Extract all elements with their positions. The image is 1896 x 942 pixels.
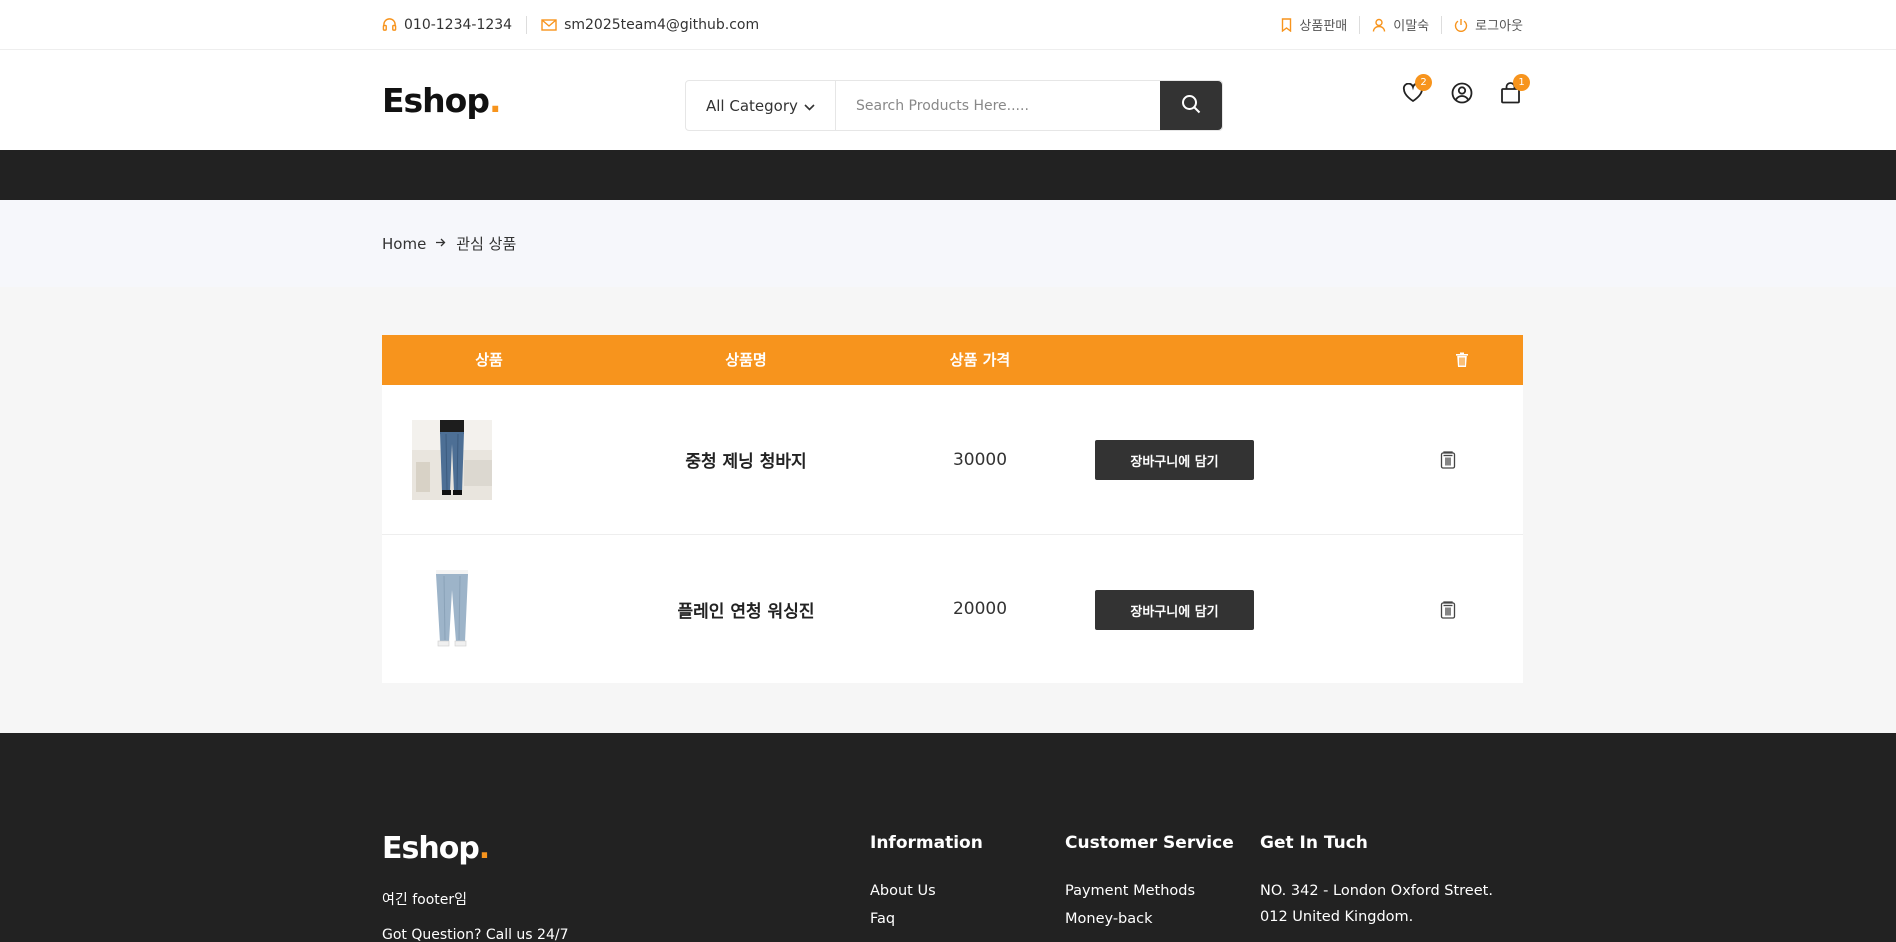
table-header: 상품 상품명 상품 가격 xyxy=(382,335,1523,385)
footer-logo[interactable]: Eshop. xyxy=(382,831,490,866)
logo-text: Eshop xyxy=(382,80,490,120)
phone-item: 010-1234-1234 xyxy=(382,17,512,33)
breadcrumb-home[interactable]: Home xyxy=(382,235,426,253)
category-select[interactable]: All Category xyxy=(686,81,836,130)
product-name-cell: 중청 제닝 청바지 xyxy=(685,385,806,534)
footer-link-payment[interactable]: Payment Methods xyxy=(1065,883,1234,899)
product-image[interactable] xyxy=(412,420,492,500)
sell-link[interactable]: 상품판매 xyxy=(1281,15,1347,34)
logo[interactable]: Eshop. xyxy=(382,81,501,120)
wishlist-table: 상품 상품명 상품 가격 중청 제닝 청바지 30000 장바구니에 담기 플레… xyxy=(382,335,1523,683)
logout-link-label: 로그아웃 xyxy=(1475,19,1523,34)
header-name: 상품명 xyxy=(725,351,767,369)
footer-customer-service: Customer Service Payment Methods Money-b… xyxy=(1065,833,1234,939)
footer-link-moneyback[interactable]: Money-back xyxy=(1065,911,1234,927)
footer-contact: Get In Tuch NO. 342 - London Oxford Stre… xyxy=(1260,833,1493,935)
header: Eshop. All Category 2 xyxy=(0,50,1896,150)
logout-link[interactable]: 로그아웃 xyxy=(1454,15,1523,34)
search-input[interactable] xyxy=(836,81,1160,130)
logo-dot: . xyxy=(488,80,502,120)
wishlist-count-badge: 2 xyxy=(1415,74,1432,91)
remove-button[interactable] xyxy=(1440,451,1456,473)
header-icons: 2 1 xyxy=(1400,74,1530,108)
product-name-cell: 플레인 연청 워싱진 xyxy=(678,535,815,683)
email-address: sm2025team4@github.com xyxy=(564,16,760,33)
footer-call-text: Got Question? Call us 24/7 xyxy=(382,927,569,942)
footer-address-line: 012 United Kingdom. xyxy=(1260,909,1414,925)
trash-icon xyxy=(1440,601,1456,619)
divider xyxy=(526,15,528,34)
footer-customer-service-title: Customer Service xyxy=(1065,833,1234,853)
footer-contact-title: Get In Tuch xyxy=(1260,833,1368,853)
user-icon xyxy=(1372,18,1386,32)
trash-icon xyxy=(1440,451,1456,469)
divider xyxy=(1441,15,1443,34)
phone-number: 010-1234-1234 xyxy=(404,16,513,33)
product-name[interactable]: 중청 제닝 청바지 xyxy=(685,447,806,472)
search-button[interactable] xyxy=(1160,81,1222,130)
wishlist-button[interactable]: 2 xyxy=(1400,74,1432,108)
trash-icon xyxy=(1456,352,1468,367)
search-bar: All Category xyxy=(685,80,1223,131)
footer-information: Information About Us Faq xyxy=(870,833,983,939)
product-name[interactable]: 플레인 연청 워싱진 xyxy=(678,597,815,622)
cart-count-badge: 1 xyxy=(1513,74,1530,91)
footer-description: 여긴 footer임 xyxy=(382,892,468,908)
divider xyxy=(1359,15,1361,34)
header-price: 상품 가격 xyxy=(949,351,1011,369)
product-price-cell: 20000 xyxy=(953,535,1007,683)
add-to-cart-button[interactable]: 장바구니에 담기 xyxy=(1095,590,1254,630)
breadcrumb: Home 관심 상품 xyxy=(0,200,1896,287)
header-product: 상품 xyxy=(475,351,503,369)
sell-link-label: 상품판매 xyxy=(1299,19,1348,34)
footer-logo-text: Eshop xyxy=(382,831,480,866)
footer-logo-dot: . xyxy=(478,831,490,866)
account-button[interactable] xyxy=(1449,82,1474,108)
cart-button[interactable]: 1 xyxy=(1498,74,1530,108)
email-item: sm2025team4@github.com xyxy=(541,17,759,33)
topbar-contact: 010-1234-1234 sm2025team4@github.com xyxy=(382,15,759,34)
add-to-cart-button[interactable]: 장바구니에 담기 xyxy=(1095,440,1254,480)
footer: Eshop. 여긴 footer임 Got Question? Call us … xyxy=(0,733,1896,942)
search-icon xyxy=(1181,94,1201,118)
product-image[interactable] xyxy=(412,570,492,650)
bookmark-icon xyxy=(1281,17,1292,32)
power-icon xyxy=(1454,18,1468,32)
wishlist-section: 상품 상품명 상품 가격 중청 제닝 청바지 30000 장바구니에 담기 플레… xyxy=(0,287,1896,733)
footer-link-faq[interactable]: Faq xyxy=(870,911,983,927)
footer-address-line: NO. 342 - London Oxford Street. xyxy=(1260,883,1493,899)
arrow-right-icon xyxy=(436,236,446,251)
footer-link-about[interactable]: About Us xyxy=(870,883,983,899)
delete-all-button[interactable] xyxy=(1455,338,1469,388)
topbar: 010-1234-1234 sm2025team4@github.com 상품판… xyxy=(0,0,1896,50)
mail-icon xyxy=(541,18,557,31)
footer-information-title: Information xyxy=(870,833,983,853)
product-price-cell: 30000 xyxy=(953,385,1007,534)
category-label: All Category xyxy=(706,96,798,115)
product-price: 20000 xyxy=(952,599,1008,619)
chevron-down-icon xyxy=(804,97,815,115)
user-link[interactable]: 이말숙 xyxy=(1372,15,1429,34)
breadcrumb-current: 관심 상품 xyxy=(456,235,517,253)
product-price: 30000 xyxy=(952,449,1008,470)
user-link-label: 이말숙 xyxy=(1393,19,1430,34)
headset-icon xyxy=(382,17,397,32)
nav-bar xyxy=(0,150,1896,200)
account-icon xyxy=(1451,82,1473,108)
table-row: 중청 제닝 청바지 30000 장바구니에 담기 xyxy=(382,385,1523,535)
remove-button[interactable] xyxy=(1440,601,1456,623)
topbar-links: 상품판매 이말숙 로그아웃 xyxy=(1281,15,1523,34)
table-row: 플레인 연청 워싱진 20000 장바구니에 담기 xyxy=(382,535,1523,683)
